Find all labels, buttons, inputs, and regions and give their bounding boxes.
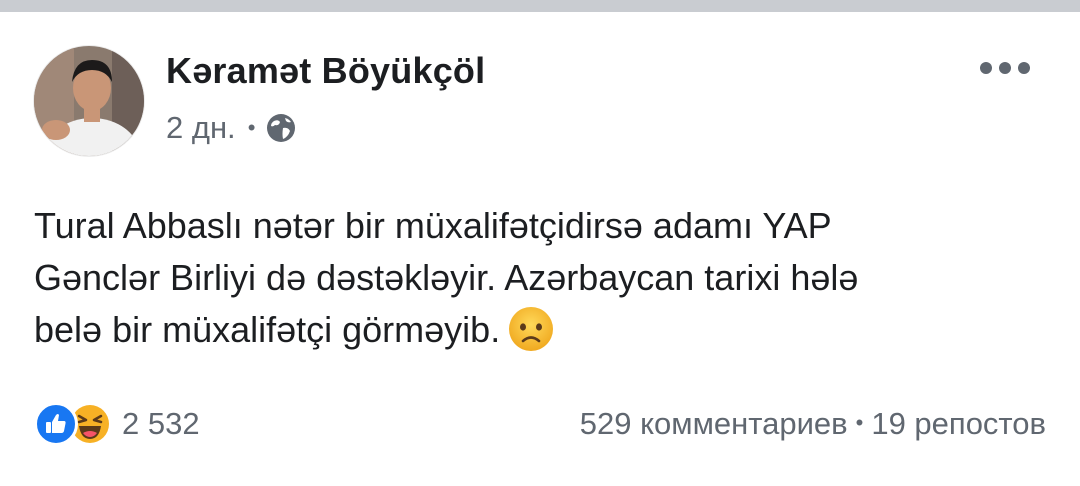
globe-icon[interactable] (265, 112, 297, 144)
top-divider (0, 0, 1080, 12)
post-text-line: belə bir müxalifətçi görməyib. (34, 309, 501, 350)
reactions-summary[interactable]: 2 532 (34, 402, 200, 446)
avatar-photo (34, 46, 144, 156)
post-text-line: Gənclər Birliyi də dəstəkləyir. Azərbayc… (34, 257, 859, 298)
post-meta: 2 дн. • (166, 110, 297, 146)
post-text-line: Tural Abbaslı nətər bir müxalifətçidirsə… (34, 205, 832, 246)
shares-count[interactable]: 19 репостов (871, 406, 1046, 441)
reaction-count: 2 532 (122, 406, 200, 441)
comments-count[interactable]: 529 комментариев (580, 406, 848, 441)
more-options-icon[interactable] (980, 58, 1030, 78)
post-timestamp[interactable]: 2 дн. (166, 110, 236, 146)
like-icon (34, 402, 78, 446)
post-text: Tural Abbaslı nətər bir müxalifətçidirsə… (34, 200, 1044, 356)
sad-face-emoji (508, 306, 554, 352)
avatar[interactable] (34, 46, 144, 156)
meta-separator: • (247, 115, 256, 140)
stats-separator: • (855, 410, 864, 435)
author-name[interactable]: Kəramət Böyükçöl (166, 50, 485, 92)
engagement-stats: 529 комментариев • 19 репостов (580, 406, 1046, 442)
post-text-last-line: belə bir müxalifətçi görməyib. (34, 304, 1044, 356)
post-footer: 2 532 529 комментариев • 19 репостов (34, 402, 1046, 450)
